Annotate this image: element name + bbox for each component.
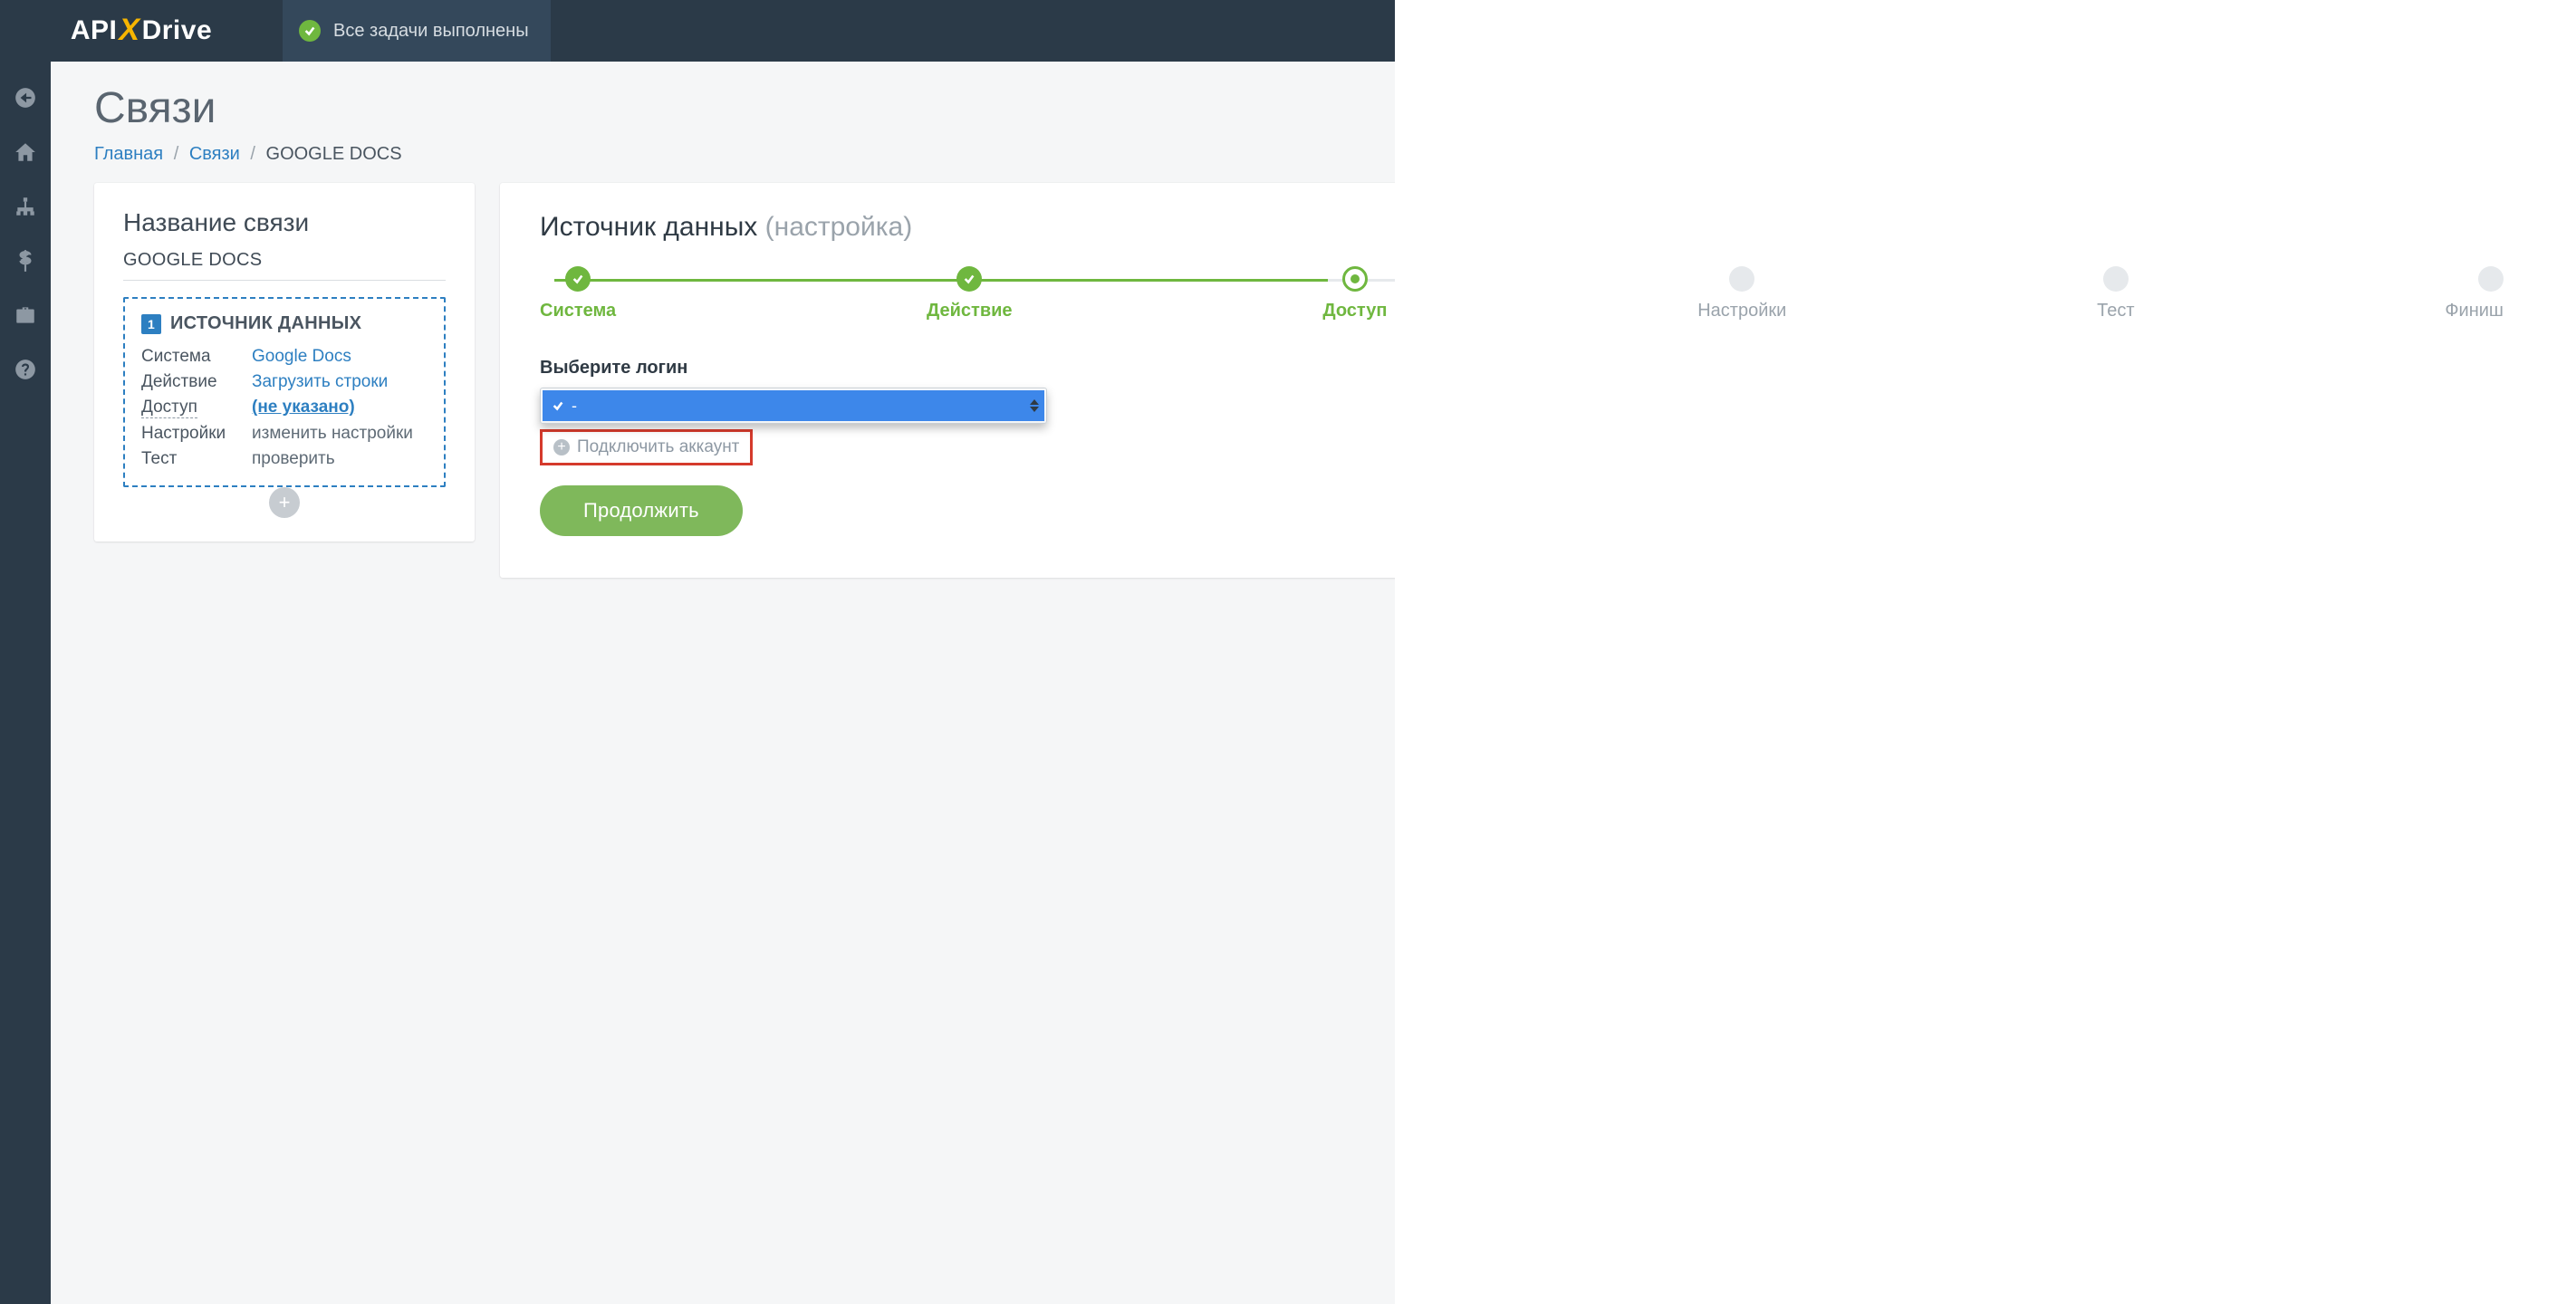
login-selected-value: - <box>572 397 577 416</box>
breadcrumb-current: GOOGLE DOCS <box>266 144 402 164</box>
letterbox <box>1395 0 2576 1304</box>
sidebar-briefcase-icon[interactable] <box>0 292 51 339</box>
current-step-icon <box>1342 266 1368 292</box>
row-action-value[interactable]: Загрузить строки <box>252 372 428 392</box>
sidebar-home-icon[interactable] <box>0 129 51 176</box>
row-system-value[interactable]: Google Docs <box>252 347 428 367</box>
row-system-label: Система <box>141 347 241 367</box>
brand-part-drive: Drive <box>142 15 213 46</box>
login-field-label: Выберите логин <box>540 358 1047 379</box>
plus-circle-icon: + <box>553 439 570 455</box>
source-number-badge: 1 <box>141 314 161 334</box>
check-icon <box>552 399 564 412</box>
sidebar-help-icon[interactable] <box>0 346 51 393</box>
check-icon <box>956 266 982 292</box>
step-action[interactable]: Действие <box>927 266 1013 321</box>
pending-step-icon <box>1729 266 1754 292</box>
breadcrumb-sep: / <box>168 144 185 164</box>
brand-part-x: X <box>117 13 141 48</box>
step-access[interactable]: Доступ <box>1322 266 1387 321</box>
row-test-label: Тест <box>141 449 241 469</box>
connection-name: GOOGLE DOCS <box>123 250 446 281</box>
add-destination-button[interactable]: + <box>269 487 300 518</box>
row-access-value[interactable]: (не указано) <box>252 398 428 418</box>
sidebar-sitemap-icon[interactable] <box>0 183 51 230</box>
step-label: Система <box>540 301 616 321</box>
pending-step-icon <box>2478 266 2504 292</box>
connection-card: Название связи GOOGLE DOCS 1 ИСТОЧНИК ДА… <box>94 183 475 542</box>
source-block[interactable]: 1 ИСТОЧНИК ДАННЫХ Система Google Docs Де… <box>123 297 446 487</box>
pending-step-icon <box>2103 266 2129 292</box>
wizard-heading-sub: (настройка) <box>765 212 913 242</box>
brand-logo[interactable]: API X Drive <box>0 14 283 49</box>
row-test-value[interactable]: проверить <box>252 449 428 469</box>
source-block-title: ИСТОЧНИК ДАННЫХ <box>170 313 361 334</box>
left-sidebar <box>0 62 51 1304</box>
breadcrumb-sep: / <box>245 144 261 164</box>
login-select[interactable]: - <box>540 388 1047 424</box>
connection-heading: Название связи <box>123 208 446 237</box>
breadcrumb-section[interactable]: Связи <box>189 144 240 164</box>
step-label: Настройки <box>1697 301 1786 321</box>
wizard-heading-main: Источник данных <box>540 212 757 242</box>
continue-button[interactable]: Продолжить <box>540 485 743 536</box>
row-action-label: Действие <box>141 372 241 392</box>
row-access-label: Доступ <box>141 398 197 418</box>
tasks-status[interactable]: Все задачи выполнены <box>283 0 551 62</box>
check-icon <box>565 266 591 292</box>
step-system[interactable]: Система <box>540 266 616 321</box>
connect-account-label: Подключить аккаунт <box>577 437 739 457</box>
step-label: Финиш <box>2445 301 2504 321</box>
sidebar-enter-icon[interactable] <box>0 74 51 121</box>
sidebar-billing-icon[interactable] <box>0 237 51 284</box>
select-arrows-icon <box>1030 399 1039 412</box>
connect-account-button[interactable]: + Подключить аккаунт <box>540 429 753 465</box>
step-settings[interactable]: Настройки <box>1697 266 1786 321</box>
step-label: Действие <box>927 301 1013 321</box>
step-label: Доступ <box>1322 301 1387 321</box>
breadcrumb-home[interactable]: Главная <box>94 144 163 164</box>
row-settings-value[interactable]: изменить настройки <box>252 424 428 444</box>
step-test[interactable]: Тест <box>2097 266 2134 321</box>
row-settings-label: Настройки <box>141 424 241 444</box>
check-circle-icon <box>299 20 321 42</box>
tasks-status-text: Все задачи выполнены <box>333 21 529 42</box>
brand-part-api: API <box>71 15 118 46</box>
step-label: Тест <box>2097 301 2134 321</box>
step-finish[interactable]: Финиш <box>2445 266 2504 321</box>
